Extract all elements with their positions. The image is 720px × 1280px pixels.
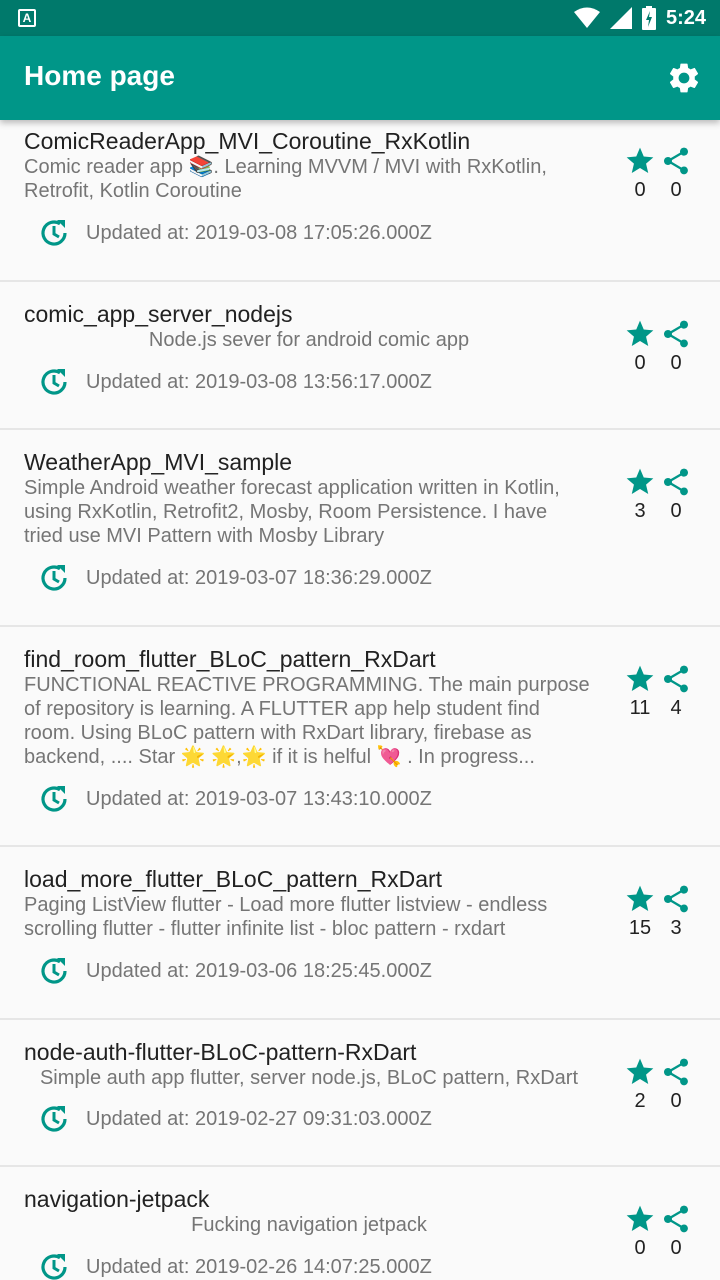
share-button[interactable]: 0 <box>658 145 694 202</box>
repo-list[interactable]: ComicReaderApp_MVI_Coroutine_RxKotlin Co… <box>0 120 720 1280</box>
repo-description: Fucking navigation jetpack <box>191 1214 427 1236</box>
star-button[interactable]: 0 <box>622 145 658 202</box>
star-count: 2 <box>634 1090 646 1112</box>
share-button[interactable]: 0 <box>658 466 694 523</box>
repo-card[interactable]: ComicReaderApp_MVI_Coroutine_RxKotlin Co… <box>0 120 720 282</box>
star-count: 11 <box>629 697 651 719</box>
repo-description: FUNCTIONAL REACTIVE PROGRAMMING. The mai… <box>24 674 590 768</box>
repo-updated: Updated at: 2019-02-27 09:31:03.000Z <box>38 1102 432 1136</box>
updated-at-label: Updated at: 2019-03-07 13:43:10.000Z <box>86 787 432 810</box>
repo-name: node-auth-flutter-BLoC-pattern-RxDart <box>24 1039 417 1065</box>
repo-updated: Updated at: 2019-03-07 18:36:29.000Z <box>38 561 432 595</box>
update-icon <box>41 565 67 591</box>
share-button[interactable]: 3 <box>658 883 694 940</box>
updated-at-label: Updated at: 2019-03-07 18:36:29.000Z <box>86 566 432 589</box>
star-count: 15 <box>628 917 652 939</box>
share-count: 0 <box>670 1090 682 1112</box>
repo-name: comic_app_server_nodejs <box>24 301 293 327</box>
star-count: 3 <box>634 500 646 522</box>
share-icon <box>664 1058 688 1086</box>
star-icon <box>626 885 654 911</box>
updated-at-label: Updated at: 2019-03-08 13:56:17.000Z <box>86 370 432 393</box>
updated-at-label: Updated at: 2019-03-08 17:05:26.000Z <box>86 221 432 244</box>
repo-card[interactable]: node-auth-flutter-BLoC-pattern-RxDart Si… <box>0 1020 720 1167</box>
app-bar: Home page <box>0 36 720 120</box>
repo-updated: Updated at: 2019-03-07 13:43:10.000Z <box>38 782 432 816</box>
share-count: 0 <box>670 500 682 522</box>
update-icon <box>41 1106 67 1132</box>
updated-at-label: Updated at: 2019-02-27 09:31:03.000Z <box>86 1107 432 1130</box>
repo-name: WeatherApp_MVI_sample <box>24 449 293 475</box>
share-icon <box>664 320 688 348</box>
update-icon <box>41 369 67 395</box>
star-button[interactable]: 15 <box>622 883 658 940</box>
repo-name: navigation-jetpack <box>24 1186 210 1212</box>
star-icon <box>626 468 654 494</box>
notification-icon: A <box>18 9 36 27</box>
status-time: 5:24 <box>665 6 706 29</box>
repo-description: Paging ListView flutter - Load more flut… <box>24 894 548 940</box>
status-bar: A 5:24 <box>0 0 720 36</box>
wifi-icon <box>573 7 600 28</box>
star-button[interactable]: 0 <box>622 1203 658 1260</box>
battery-icon <box>641 6 656 30</box>
repo-description: Simple auth app flutter, server node.js,… <box>39 1067 579 1089</box>
share-count: 0 <box>670 352 682 374</box>
repo-description: Node.js sever for android comic app <box>148 329 470 351</box>
updated-at-label: Updated at: 2019-02-26 14:07:25.000Z <box>86 1255 432 1278</box>
repo-card[interactable]: load_more_flutter_BLoC_pattern_RxDart Pa… <box>0 847 720 1020</box>
repo-updated: Updated at: 2019-03-08 17:05:26.000Z <box>38 216 432 250</box>
repo-card[interactable]: navigation-jetpack Fucking navigation je… <box>0 1167 720 1280</box>
update-icon <box>41 220 67 246</box>
star-icon <box>626 665 654 691</box>
share-button[interactable]: 0 <box>658 1056 694 1113</box>
repo-card[interactable]: find_room_flutter_BLoC_pattern_RxDart FU… <box>0 627 720 847</box>
star-count: 0 <box>634 1237 646 1259</box>
star-button[interactable]: 3 <box>622 466 658 523</box>
star-button[interactable]: 2 <box>622 1056 658 1113</box>
repo-card[interactable]: comic_app_server_nodejs Node.js sever fo… <box>0 282 720 430</box>
repo-updated: Updated at: 2019-03-06 18:25:45.000Z <box>38 954 432 988</box>
share-button[interactable]: 4 <box>658 663 694 720</box>
repo-updated: Updated at: 2019-03-08 13:56:17.000Z <box>38 365 432 399</box>
updated-at-label: Updated at: 2019-03-06 18:25:45.000Z <box>86 959 432 982</box>
share-icon <box>664 885 688 913</box>
repo-name: find_room_flutter_BLoC_pattern_RxDart <box>24 646 436 672</box>
share-count: 0 <box>670 179 682 201</box>
star-count: 0 <box>634 179 646 201</box>
share-icon <box>664 147 688 175</box>
repo-description: Comic reader app 📚. Learning MVVM / MVI … <box>24 156 547 202</box>
update-icon <box>41 958 67 984</box>
share-icon <box>664 468 688 496</box>
star-icon <box>626 320 654 346</box>
update-icon <box>41 1254 67 1280</box>
share-button[interactable]: 0 <box>658 318 694 375</box>
repo-updated: Updated at: 2019-02-26 14:07:25.000Z <box>38 1250 432 1280</box>
share-icon <box>664 1205 688 1233</box>
star-button[interactable]: 11 <box>622 663 658 720</box>
star-icon <box>626 1058 654 1084</box>
share-icon <box>664 665 688 693</box>
status-icons: 5:24 <box>573 0 706 36</box>
signal-icon <box>609 7 632 29</box>
star-count: 0 <box>634 352 646 374</box>
share-count: 4 <box>670 697 682 719</box>
repo-description: Simple Android weather forecast applicat… <box>24 477 560 547</box>
star-icon <box>626 1205 654 1231</box>
star-icon <box>626 147 654 173</box>
gear-icon[interactable] <box>666 60 702 96</box>
star-button[interactable]: 0 <box>622 318 658 375</box>
page-title: Home page <box>24 60 175 91</box>
share-button[interactable]: 0 <box>658 1203 694 1260</box>
share-count: 3 <box>670 917 682 939</box>
repo-name: ComicReaderApp_MVI_Coroutine_RxKotlin <box>24 128 471 154</box>
repo-name: load_more_flutter_BLoC_pattern_RxDart <box>24 866 443 892</box>
share-count: 0 <box>670 1237 682 1259</box>
update-icon <box>41 786 67 812</box>
repo-card[interactable]: WeatherApp_MVI_sample Simple Android wea… <box>0 430 720 627</box>
